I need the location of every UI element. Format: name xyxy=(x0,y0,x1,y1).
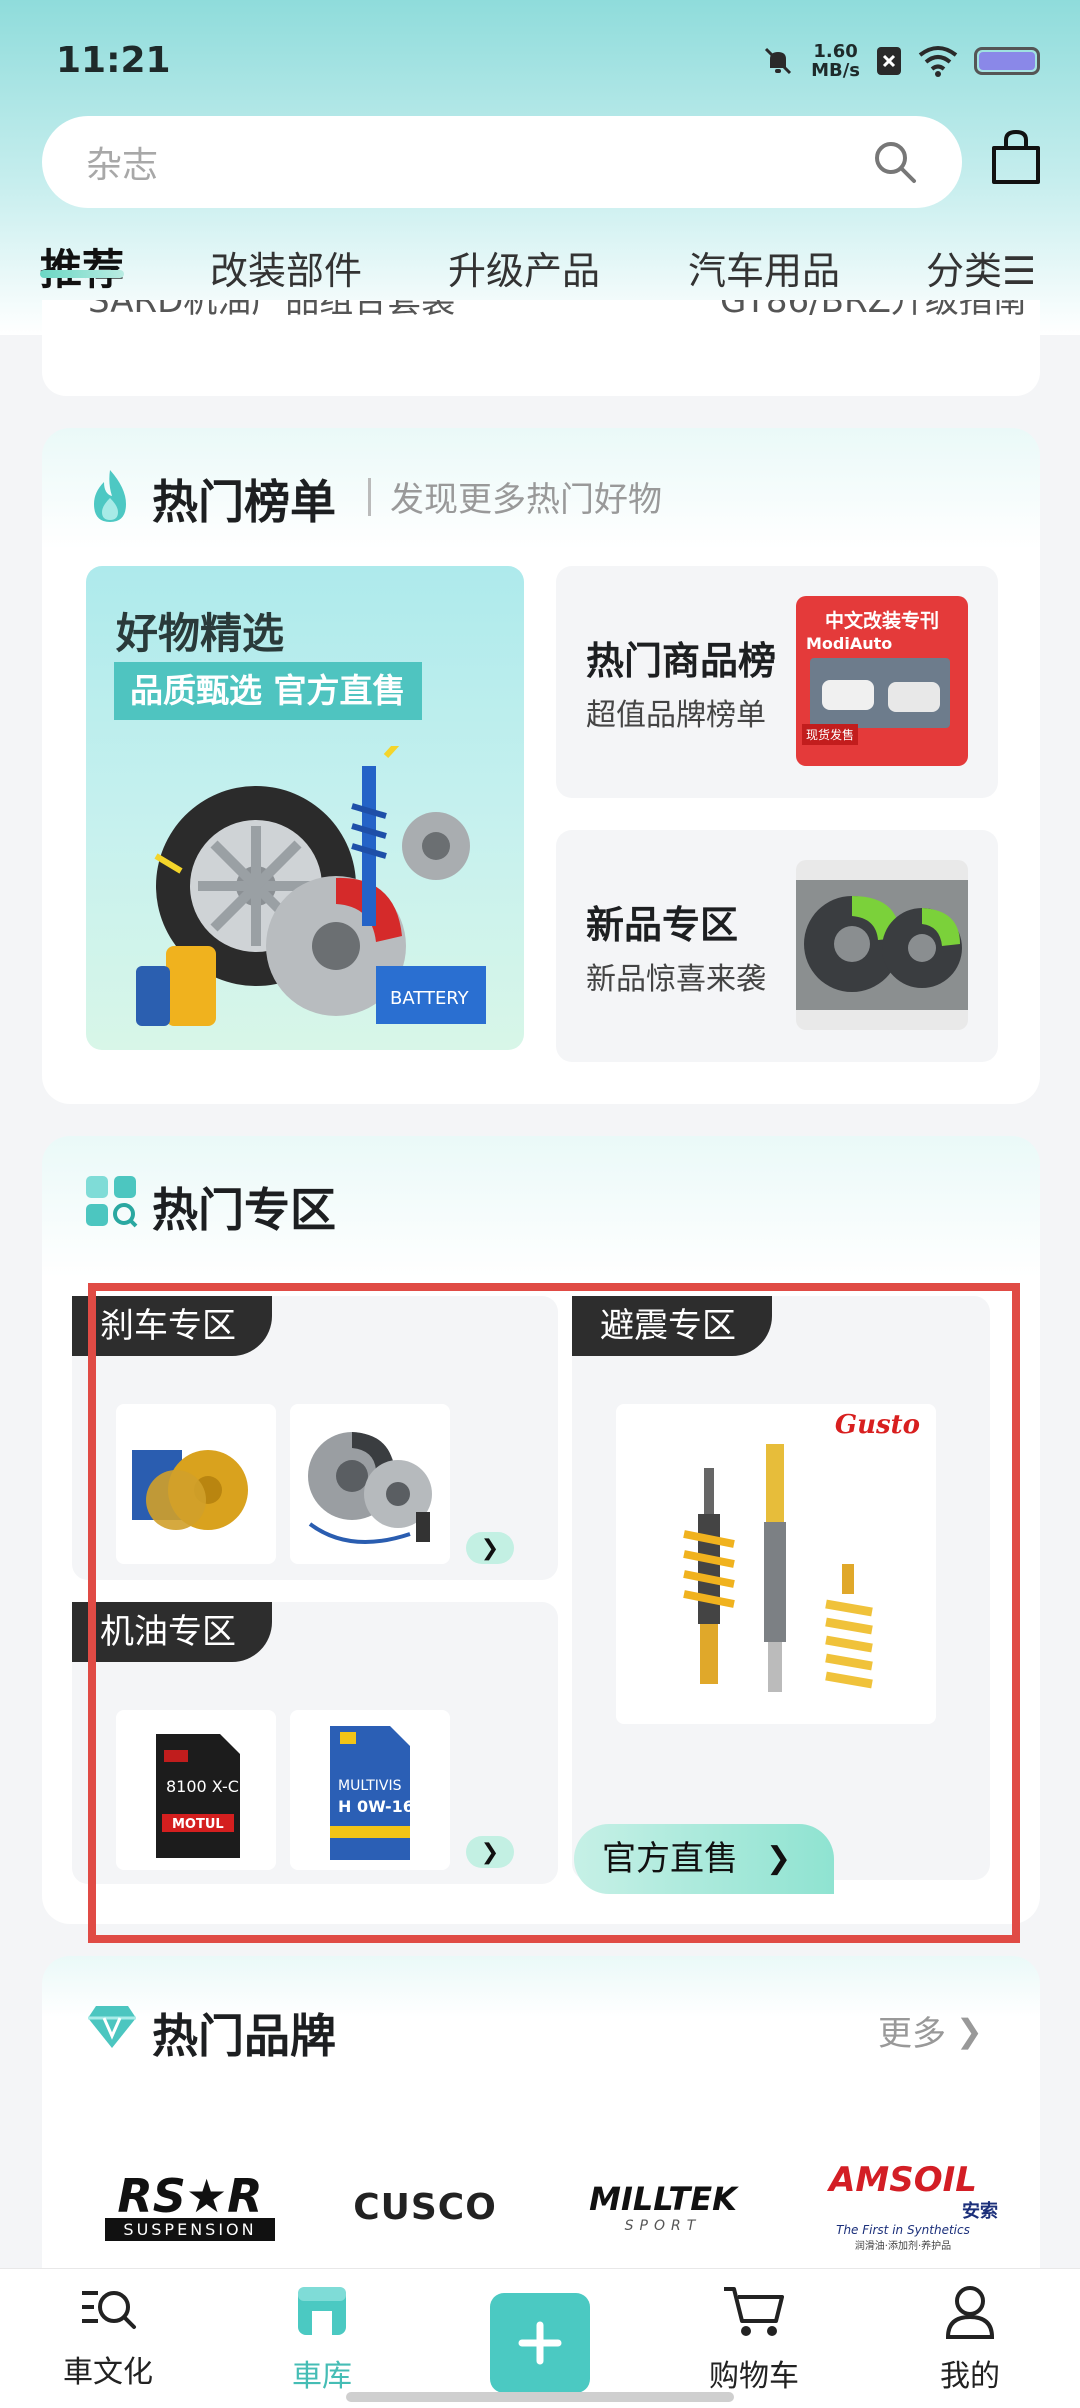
highlight-box xyxy=(88,1283,1020,1943)
previous-card-peek[interactable]: SARD机油产品组合套装 GT86/BRZ升级指南 xyxy=(42,300,1040,396)
brand-rsr-logo: RS★R xyxy=(117,2168,263,2223)
featured-tag: 品质甄选 官方直售 xyxy=(114,662,422,720)
magazine-cover-image: 中文改装专刊 ModiAuto 现货发售 xyxy=(796,596,968,766)
tab-modified-parts[interactable]: 改装部件 xyxy=(210,240,362,295)
brand-cusco[interactable]: CUSCO xyxy=(340,2152,510,2262)
search-placeholder: 杂志 xyxy=(86,145,159,186)
plus-icon xyxy=(518,2321,562,2365)
brand-milltek[interactable]: MILLTEK SPORT xyxy=(578,2152,748,2262)
nav-car-culture-label: 車文化 xyxy=(63,2355,153,2390)
brand-rsr[interactable]: RS★R SUSPENSION xyxy=(100,2152,280,2262)
chevron-right-icon: ❯ xyxy=(956,2011,983,2050)
bottom-navigation: 車文化 車库 购物车 我的 xyxy=(0,2268,1080,2408)
brand-milltek-sub: SPORT xyxy=(624,2218,702,2234)
brand-amsoil[interactable]: AMSOIL 安索 The First in Synthetics 润滑油·添加… xyxy=(808,2152,998,2262)
flame-icon xyxy=(94,470,126,522)
magazine-title: 中文改装专刊 xyxy=(824,610,939,632)
status-time: 11:21 xyxy=(56,40,171,81)
user-profile-icon xyxy=(945,2286,995,2339)
diamond-icon xyxy=(88,2006,136,2048)
brake-kit-image xyxy=(796,860,968,1030)
new-products-title: 新品专区 xyxy=(586,903,739,947)
network-speed: 1.60 MB/s xyxy=(811,42,860,80)
hot-zones-title: 热门专区 xyxy=(152,1183,336,1237)
nav-cart-label: 购物车 xyxy=(709,2359,799,2394)
peek-right-text: GT86/BRZ升级指南 xyxy=(720,300,1027,321)
mute-bell-icon xyxy=(765,47,792,75)
network-speed-value: 1.60 xyxy=(813,41,858,62)
auto-parts-illustration: BATTERY xyxy=(136,746,486,1026)
tab-recommend[interactable]: 推荐 xyxy=(40,236,124,297)
status-bar: 11:21 1.60 MB/s xyxy=(0,0,1080,120)
tab-categories[interactable]: 分类☰ xyxy=(926,240,1036,295)
add-post-button[interactable] xyxy=(490,2293,590,2393)
new-products-zone[interactable]: 新品专区 新品惊喜来袭 xyxy=(556,830,998,1062)
hot-list-title: 热门榜单 xyxy=(152,475,336,529)
hot-products-subtitle: 超值品牌榜单 xyxy=(586,698,766,733)
brand-amsoil-cn: 安索 xyxy=(962,2200,998,2222)
zone-grid-icon xyxy=(86,1176,138,1228)
sim-blocked-icon xyxy=(877,47,901,75)
nav-garage-label: 車库 xyxy=(292,2359,352,2394)
car-culture-icon xyxy=(82,2291,136,2329)
new-products-subtitle: 新品惊喜来袭 xyxy=(586,962,766,997)
brand-rsr-sub: SUSPENSION xyxy=(105,2217,275,2241)
magazine-badge: 现货发售 xyxy=(802,724,859,745)
search-icon[interactable] xyxy=(872,139,918,185)
brand-milltek-logo: MILLTEK xyxy=(589,2180,737,2218)
featured-title: 好物精选 xyxy=(116,609,285,658)
featured-banner[interactable]: 好物精选 品质甄选 官方直售 BATTERY xyxy=(86,566,524,1050)
hot-products-title: 热门商品榜 xyxy=(586,639,777,683)
brand-amsoil-tagline: The First in Synthetics xyxy=(836,2222,970,2237)
more-brands-label: 更多 xyxy=(878,2014,946,2054)
nav-car-culture[interactable]: 車文化 xyxy=(38,2283,178,2391)
garage-store-icon xyxy=(298,2287,346,2335)
network-speed-unit: MB/s xyxy=(811,60,860,81)
brand-amsoil-products: 润滑油·添加剂·养护品 xyxy=(854,2240,952,2252)
more-brands-link[interactable]: 更多 ❯ xyxy=(878,2006,983,2055)
brand-amsoil-logo: AMSOIL xyxy=(829,2159,977,2200)
brand-cusco-logo: CUSCO xyxy=(353,2186,497,2228)
shopping-cart-icon xyxy=(724,2287,784,2336)
tab-car-supplies[interactable]: 汽车用品 xyxy=(688,240,840,295)
hot-products-ranking[interactable]: 热门商品榜 超值品牌榜单 中文改装专刊 ModiAuto 现货发售 xyxy=(556,566,998,798)
nav-cart[interactable]: 购物车 xyxy=(684,2283,824,2395)
tab-upgrade-products[interactable]: 升级产品 xyxy=(448,240,600,295)
nav-garage[interactable]: 車库 xyxy=(252,2283,392,2395)
shopping-bag-icon[interactable] xyxy=(986,128,1046,188)
battery-icon xyxy=(974,47,1040,75)
search-bar[interactable]: 杂志 xyxy=(42,116,962,208)
nav-profile-label: 我的 xyxy=(940,2359,1000,2394)
hot-list-subtitle[interactable]: 发现更多热门好物 xyxy=(390,472,662,521)
battery-label: BATTERY xyxy=(390,988,470,1009)
magazine-brand: ModiAuto xyxy=(806,634,893,653)
nav-profile[interactable]: 我的 xyxy=(900,2283,1040,2395)
active-tab-indicator xyxy=(40,270,124,278)
hot-brands-title: 热门品牌 xyxy=(152,2009,336,2063)
status-icons: 1.60 MB/s xyxy=(761,42,1040,80)
home-indicator[interactable] xyxy=(346,2392,734,2402)
wifi-icon xyxy=(918,46,958,77)
title-divider xyxy=(368,478,371,516)
peek-left-text: SARD机油产品组合套装 xyxy=(88,300,456,321)
